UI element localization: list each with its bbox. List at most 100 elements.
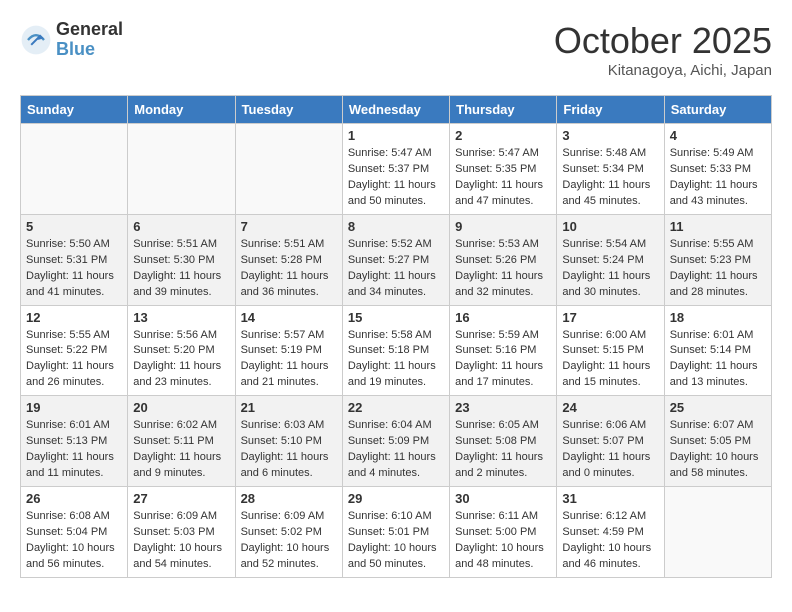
day-number: 21 <box>241 400 337 415</box>
day-info: Sunrise: 6:07 AM Sunset: 5:05 PM Dayligh… <box>670 418 766 482</box>
day-number: 5 <box>26 219 122 234</box>
logo-icon <box>20 24 52 56</box>
day-info: Sunrise: 5:50 AM Sunset: 5:31 PM Dayligh… <box>26 237 122 301</box>
day-info: Sunrise: 5:49 AM Sunset: 5:33 PM Dayligh… <box>670 146 766 210</box>
day-number: 7 <box>241 219 337 234</box>
calendar-cell: 1 Sunrise: 5:47 AM Sunset: 5:37 PM Daylig… <box>342 124 449 215</box>
day-number: 13 <box>133 310 229 325</box>
calendar-cell <box>664 487 771 578</box>
calendar-cell: 18 Sunrise: 6:01 AM Sunset: 5:14 PM Dayli… <box>664 305 771 396</box>
day-info: Sunrise: 6:04 AM Sunset: 5:09 PM Dayligh… <box>348 418 444 482</box>
day-number: 30 <box>455 491 551 506</box>
day-info: Sunrise: 5:55 AM Sunset: 5:23 PM Dayligh… <box>670 237 766 301</box>
day-number: 10 <box>562 219 658 234</box>
day-number: 18 <box>670 310 766 325</box>
day-number: 16 <box>455 310 551 325</box>
day-number: 2 <box>455 128 551 143</box>
day-info: Sunrise: 6:00 AM Sunset: 5:15 PM Dayligh… <box>562 328 658 392</box>
day-number: 14 <box>241 310 337 325</box>
day-info: Sunrise: 5:57 AM Sunset: 5:19 PM Dayligh… <box>241 328 337 392</box>
day-info: Sunrise: 5:56 AM Sunset: 5:20 PM Dayligh… <box>133 328 229 392</box>
calendar-cell: 23Sunrise: 6:05 AM Sunset: 5:08 PM Dayli… <box>450 396 557 487</box>
day-info: Sunrise: 6:06 AM Sunset: 5:07 PM Dayligh… <box>562 418 658 482</box>
day-info: Sunrise: 5:58 AM Sunset: 5:18 PM Dayligh… <box>348 328 444 392</box>
day-info: Sunrise: 6:12 AM Sunset: 4:59 PM Dayligh… <box>562 509 658 573</box>
day-info: Sunrise: 5:51 AM Sunset: 5:28 PM Dayligh… <box>241 237 337 301</box>
day-number: 8 <box>348 219 444 234</box>
calendar-cell <box>128 124 235 215</box>
calendar-cell: 16Sunrise: 5:59 AM Sunset: 5:16 PM Dayli… <box>450 305 557 396</box>
day-number: 31 <box>562 491 658 506</box>
calendar-cell: 8 Sunrise: 5:52 AM Sunset: 5:27 PM Daylig… <box>342 214 449 305</box>
day-info: Sunrise: 6:11 AM Sunset: 5:00 PM Dayligh… <box>455 509 551 573</box>
weekday-header-thursday: Thursday <box>450 96 557 124</box>
day-info: Sunrise: 6:01 AM Sunset: 5:14 PM Dayligh… <box>670 328 766 392</box>
calendar-cell: 26Sunrise: 6:08 AM Sunset: 5:04 PM Dayli… <box>21 487 128 578</box>
day-number: 4 <box>670 128 766 143</box>
day-info: Sunrise: 5:53 AM Sunset: 5:26 PM Dayligh… <box>455 237 551 301</box>
day-number: 11 <box>670 219 766 234</box>
day-info: Sunrise: 6:09 AM Sunset: 5:03 PM Dayligh… <box>133 509 229 573</box>
day-info: Sunrise: 6:03 AM Sunset: 5:10 PM Dayligh… <box>241 418 337 482</box>
logo-general-text: General <box>56 20 123 40</box>
day-number: 28 <box>241 491 337 506</box>
calendar-cell: 31 Sunrise: 6:12 AM Sunset: 4:59 PM Dayli… <box>557 487 664 578</box>
page-header: General Blue October 2025 Kitanagoya, Ai… <box>20 20 772 79</box>
day-number: 25 <box>670 400 766 415</box>
day-number: 12 <box>26 310 122 325</box>
weekday-header-wednesday: Wednesday <box>342 96 449 124</box>
calendar-cell: 5 Sunrise: 5:50 AM Sunset: 5:31 PM Daylig… <box>21 214 128 305</box>
calendar-week-row: 5 Sunrise: 5:50 AM Sunset: 5:31 PM Daylig… <box>21 214 772 305</box>
day-number: 6 <box>133 219 229 234</box>
calendar-cell: 29 Sunrise: 6:10 AM Sunset: 5:01 PM Dayli… <box>342 487 449 578</box>
day-info: Sunrise: 5:52 AM Sunset: 5:27 PM Dayligh… <box>348 237 444 301</box>
logo-blue-text: Blue <box>56 40 123 60</box>
calendar-week-row: 26Sunrise: 6:08 AM Sunset: 5:04 PM Dayli… <box>21 487 772 578</box>
calendar-cell: 4 Sunrise: 5:49 AM Sunset: 5:33 PM Daylig… <box>664 124 771 215</box>
day-info: Sunrise: 5:48 AM Sunset: 5:34 PM Dayligh… <box>562 146 658 210</box>
calendar-cell: 19 Sunrise: 6:01 AM Sunset: 5:13 PM Dayli… <box>21 396 128 487</box>
calendar-cell: 12 Sunrise: 5:55 AM Sunset: 5:22 PM Dayli… <box>21 305 128 396</box>
day-number: 20 <box>133 400 229 415</box>
calendar-cell: 10Sunrise: 5:54 AM Sunset: 5:24 PM Dayli… <box>557 214 664 305</box>
calendar-cell: 13 Sunrise: 5:56 AM Sunset: 5:20 PM Dayli… <box>128 305 235 396</box>
calendar-cell: 9 Sunrise: 5:53 AM Sunset: 5:26 PM Daylig… <box>450 214 557 305</box>
weekday-header-monday: Monday <box>128 96 235 124</box>
weekday-header-row: SundayMondayTuesdayWednesdayThursdayFrid… <box>21 96 772 124</box>
day-number: 17 <box>562 310 658 325</box>
logo: General Blue <box>20 20 123 60</box>
calendar-week-row: 12 Sunrise: 5:55 AM Sunset: 5:22 PM Dayli… <box>21 305 772 396</box>
calendar-cell: 2 Sunrise: 5:47 AM Sunset: 5:35 PM Daylig… <box>450 124 557 215</box>
calendar-cell: 11 Sunrise: 5:55 AM Sunset: 5:23 PM Dayli… <box>664 214 771 305</box>
location: Kitanagoya, Aichi, Japan <box>554 62 772 79</box>
calendar-cell: 25 Sunrise: 6:07 AM Sunset: 5:05 PM Dayli… <box>664 396 771 487</box>
logo-text: General Blue <box>56 20 123 60</box>
day-info: Sunrise: 5:47 AM Sunset: 5:37 PM Dayligh… <box>348 146 444 210</box>
day-info: Sunrise: 5:47 AM Sunset: 5:35 PM Dayligh… <box>455 146 551 210</box>
day-number: 15 <box>348 310 444 325</box>
calendar-cell: 30 Sunrise: 6:11 AM Sunset: 5:00 PM Dayli… <box>450 487 557 578</box>
title-block: October 2025 Kitanagoya, Aichi, Japan <box>554 20 772 79</box>
day-number: 27 <box>133 491 229 506</box>
day-number: 1 <box>348 128 444 143</box>
weekday-header-sunday: Sunday <box>21 96 128 124</box>
day-number: 3 <box>562 128 658 143</box>
calendar-cell: 3 Sunrise: 5:48 AM Sunset: 5:34 PM Daylig… <box>557 124 664 215</box>
day-info: Sunrise: 6:02 AM Sunset: 5:11 PM Dayligh… <box>133 418 229 482</box>
day-info: Sunrise: 5:55 AM Sunset: 5:22 PM Dayligh… <box>26 328 122 392</box>
day-number: 23 <box>455 400 551 415</box>
calendar-cell: 20 Sunrise: 6:02 AM Sunset: 5:11 PM Dayli… <box>128 396 235 487</box>
calendar-cell: 22 Sunrise: 6:04 AM Sunset: 5:09 PM Dayli… <box>342 396 449 487</box>
calendar-cell: 17 Sunrise: 6:00 AM Sunset: 5:15 PM Dayli… <box>557 305 664 396</box>
day-number: 22 <box>348 400 444 415</box>
day-info: Sunrise: 6:10 AM Sunset: 5:01 PM Dayligh… <box>348 509 444 573</box>
calendar-cell: 28Sunrise: 6:09 AM Sunset: 5:02 PM Dayli… <box>235 487 342 578</box>
day-number: 29 <box>348 491 444 506</box>
day-info: Sunrise: 6:01 AM Sunset: 5:13 PM Dayligh… <box>26 418 122 482</box>
calendar-cell: 27 Sunrise: 6:09 AM Sunset: 5:03 PM Dayli… <box>128 487 235 578</box>
day-number: 9 <box>455 219 551 234</box>
day-number: 19 <box>26 400 122 415</box>
calendar-cell: 7 Sunrise: 5:51 AM Sunset: 5:28 PM Daylig… <box>235 214 342 305</box>
day-number: 26 <box>26 491 122 506</box>
day-info: Sunrise: 5:51 AM Sunset: 5:30 PM Dayligh… <box>133 237 229 301</box>
